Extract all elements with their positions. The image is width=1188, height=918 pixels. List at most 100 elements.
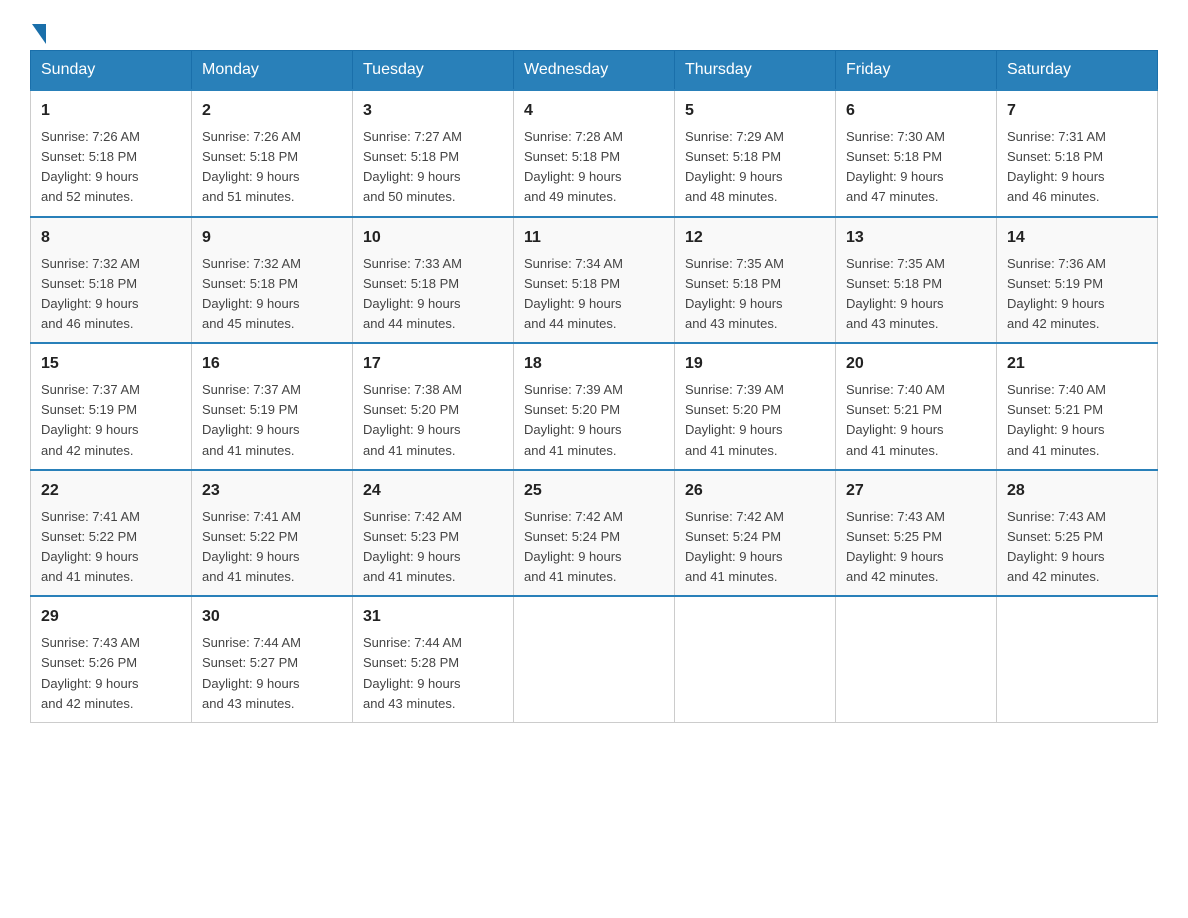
day-number: 10: [363, 226, 503, 250]
day-sun-info: Sunrise: 7:44 AMSunset: 5:28 PMDaylight:…: [363, 633, 503, 714]
day-sun-info: Sunrise: 7:29 AMSunset: 5:18 PMDaylight:…: [685, 127, 825, 208]
calendar-day-cell: 19Sunrise: 7:39 AMSunset: 5:20 PMDayligh…: [675, 343, 836, 470]
day-sun-info: Sunrise: 7:43 AMSunset: 5:25 PMDaylight:…: [846, 507, 986, 588]
day-number: 20: [846, 352, 986, 376]
day-number: 11: [524, 226, 664, 250]
day-number: 6: [846, 99, 986, 123]
day-number: 21: [1007, 352, 1147, 376]
day-number: 14: [1007, 226, 1147, 250]
day-number: 12: [685, 226, 825, 250]
day-number: 30: [202, 605, 342, 629]
day-number: 4: [524, 99, 664, 123]
calendar-day-cell: 2Sunrise: 7:26 AMSunset: 5:18 PMDaylight…: [192, 90, 353, 217]
calendar-day-cell: 16 Sunrise: 7:37 AMSunset: 5:19 PMDayligh…: [192, 343, 353, 470]
calendar-day-cell: 29Sunrise: 7:43 AMSunset: 5:26 PMDayligh…: [31, 596, 192, 722]
calendar-day-cell: 18Sunrise: 7:39 AMSunset: 5:20 PMDayligh…: [514, 343, 675, 470]
calendar-day-cell: 24 Sunrise: 7:42 AMSunset: 5:23 PMDayligh…: [353, 470, 514, 597]
calendar-day-cell: 17 Sunrise: 7:38 AMSunset: 5:20 PMDayligh…: [353, 343, 514, 470]
day-sun-info: Sunrise: 7:43 AMSunset: 5:25 PMDaylight:…: [1007, 507, 1147, 588]
day-number: 22: [41, 479, 181, 503]
calendar-empty-cell: [836, 596, 997, 722]
day-number: 23: [202, 479, 342, 503]
day-of-week-header: Sunday: [31, 51, 192, 91]
day-number: 7: [1007, 99, 1147, 123]
day-sun-info: Sunrise: 7:40 AMSunset: 5:21 PMDaylight:…: [846, 380, 986, 461]
day-sun-info: Sunrise: 7:27 AMSunset: 5:18 PMDaylight:…: [363, 127, 503, 208]
calendar-empty-cell: [997, 596, 1158, 722]
day-of-week-header: Tuesday: [353, 51, 514, 91]
calendar-day-cell: 9Sunrise: 7:32 AMSunset: 5:18 PMDaylight…: [192, 217, 353, 344]
day-number: 16: [202, 352, 342, 376]
calendar-day-cell: 23 Sunrise: 7:41 AMSunset: 5:22 PMDayligh…: [192, 470, 353, 597]
calendar-day-cell: 11 Sunrise: 7:34 AMSunset: 5:18 PMDayligh…: [514, 217, 675, 344]
calendar-day-cell: 5 Sunrise: 7:29 AMSunset: 5:18 PMDaylight…: [675, 90, 836, 217]
day-sun-info: Sunrise: 7:32 AMSunset: 5:18 PMDaylight:…: [41, 254, 181, 335]
calendar-day-cell: 6 Sunrise: 7:30 AMSunset: 5:18 PMDaylight…: [836, 90, 997, 217]
day-of-week-header: Saturday: [997, 51, 1158, 91]
calendar-week-row: 22 Sunrise: 7:41 AMSunset: 5:22 PMDayligh…: [31, 470, 1158, 597]
day-number: 28: [1007, 479, 1147, 503]
day-of-week-header: Friday: [836, 51, 997, 91]
day-sun-info: Sunrise: 7:34 AMSunset: 5:18 PMDaylight:…: [524, 254, 664, 335]
day-sun-info: Sunrise: 7:26 AMSunset: 5:18 PMDaylight:…: [202, 127, 342, 208]
calendar-day-cell: 20 Sunrise: 7:40 AMSunset: 5:21 PMDayligh…: [836, 343, 997, 470]
day-number: 26: [685, 479, 825, 503]
day-sun-info: Sunrise: 7:41 AMSunset: 5:22 PMDaylight:…: [41, 507, 181, 588]
day-sun-info: Sunrise: 7:42 AMSunset: 5:24 PMDaylight:…: [685, 507, 825, 588]
day-of-week-header: Thursday: [675, 51, 836, 91]
day-sun-info: Sunrise: 7:30 AMSunset: 5:18 PMDaylight:…: [846, 127, 986, 208]
day-sun-info: Sunrise: 7:36 AMSunset: 5:19 PMDaylight:…: [1007, 254, 1147, 335]
calendar-day-cell: 15Sunrise: 7:37 AMSunset: 5:19 PMDayligh…: [31, 343, 192, 470]
day-number: 31: [363, 605, 503, 629]
day-sun-info: Sunrise: 7:38 AMSunset: 5:20 PMDaylight:…: [363, 380, 503, 461]
day-number: 17: [363, 352, 503, 376]
day-sun-info: Sunrise: 7:40 AMSunset: 5:21 PMDaylight:…: [1007, 380, 1147, 461]
day-sun-info: Sunrise: 7:44 AMSunset: 5:27 PMDaylight:…: [202, 633, 342, 714]
day-sun-info: Sunrise: 7:35 AMSunset: 5:18 PMDaylight:…: [846, 254, 986, 335]
day-number: 13: [846, 226, 986, 250]
day-of-week-header: Wednesday: [514, 51, 675, 91]
day-sun-info: Sunrise: 7:28 AMSunset: 5:18 PMDaylight:…: [524, 127, 664, 208]
day-number: 18: [524, 352, 664, 376]
calendar-table: SundayMondayTuesdayWednesdayThursdayFrid…: [30, 50, 1158, 723]
calendar-day-cell: 26 Sunrise: 7:42 AMSunset: 5:24 PMDayligh…: [675, 470, 836, 597]
day-of-week-header: Monday: [192, 51, 353, 91]
calendar-empty-cell: [514, 596, 675, 722]
logo: [30, 20, 46, 40]
day-number: 15: [41, 352, 181, 376]
calendar-week-row: 15 Sunrise: 7:37 AMSunset: 5:19 PMDayligh…: [31, 343, 1158, 470]
day-sun-info: Sunrise: 7:26 AMSunset: 5:18 PMDaylight:…: [41, 127, 181, 208]
day-sun-info: Sunrise: 7:39 AMSunset: 5:20 PMDaylight:…: [685, 380, 825, 461]
calendar-day-cell: 12 Sunrise: 7:35 AMSunset: 5:18 PMDayligh…: [675, 217, 836, 344]
logo-arrow-icon: [32, 24, 46, 44]
day-number: 1: [41, 99, 181, 123]
day-sun-info: Sunrise: 7:33 AMSunset: 5:18 PMDaylight:…: [363, 254, 503, 335]
page-header: [30, 20, 1158, 40]
calendar-day-cell: 3Sunrise: 7:27 AMSunset: 5:18 PMDaylight…: [353, 90, 514, 217]
day-sun-info: Sunrise: 7:43 AMSunset: 5:26 PMDaylight:…: [41, 633, 181, 714]
calendar-week-row: 1 Sunrise: 7:26 AMSunset: 5:18 PMDaylight…: [31, 90, 1158, 217]
day-sun-info: Sunrise: 7:41 AMSunset: 5:22 PMDaylight:…: [202, 507, 342, 588]
calendar-day-cell: 8 Sunrise: 7:32 AMSunset: 5:18 PMDaylight…: [31, 217, 192, 344]
calendar-day-cell: 1 Sunrise: 7:26 AMSunset: 5:18 PMDaylight…: [31, 90, 192, 217]
day-sun-info: Sunrise: 7:35 AMSunset: 5:18 PMDaylight:…: [685, 254, 825, 335]
calendar-day-cell: 27 Sunrise: 7:43 AMSunset: 5:25 PMDayligh…: [836, 470, 997, 597]
day-sun-info: Sunrise: 7:31 AMSunset: 5:18 PMDaylight:…: [1007, 127, 1147, 208]
calendar-day-cell: 21 Sunrise: 7:40 AMSunset: 5:21 PMDayligh…: [997, 343, 1158, 470]
day-number: 24: [363, 479, 503, 503]
calendar-day-cell: 22 Sunrise: 7:41 AMSunset: 5:22 PMDayligh…: [31, 470, 192, 597]
calendar-header-row: SundayMondayTuesdayWednesdayThursdayFrid…: [31, 51, 1158, 91]
day-number: 25: [524, 479, 664, 503]
calendar-day-cell: 4 Sunrise: 7:28 AMSunset: 5:18 PMDaylight…: [514, 90, 675, 217]
calendar-week-row: 8 Sunrise: 7:32 AMSunset: 5:18 PMDaylight…: [31, 217, 1158, 344]
day-number: 8: [41, 226, 181, 250]
calendar-day-cell: 30 Sunrise: 7:44 AMSunset: 5:27 PMDayligh…: [192, 596, 353, 722]
day-number: 5: [685, 99, 825, 123]
calendar-day-cell: 7 Sunrise: 7:31 AMSunset: 5:18 PMDaylight…: [997, 90, 1158, 217]
day-sun-info: Sunrise: 7:42 AMSunset: 5:23 PMDaylight:…: [363, 507, 503, 588]
day-sun-info: Sunrise: 7:42 AMSunset: 5:24 PMDaylight:…: [524, 507, 664, 588]
day-sun-info: Sunrise: 7:37 AMSunset: 5:19 PMDaylight:…: [202, 380, 342, 461]
calendar-day-cell: 25 Sunrise: 7:42 AMSunset: 5:24 PMDayligh…: [514, 470, 675, 597]
day-number: 27: [846, 479, 986, 503]
calendar-week-row: 29Sunrise: 7:43 AMSunset: 5:26 PMDayligh…: [31, 596, 1158, 722]
